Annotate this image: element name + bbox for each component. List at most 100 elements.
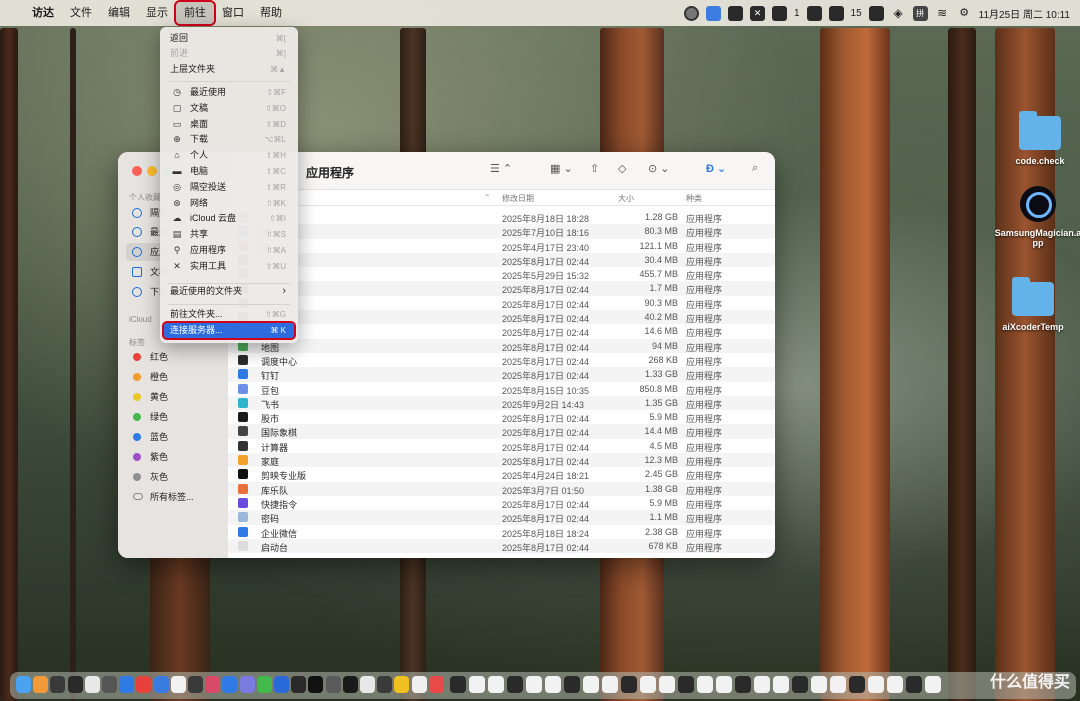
menu-item-place[interactable]: ▭ 桌面 ⇧⌘D <box>164 117 294 132</box>
tag-icon[interactable]: ◇ <box>618 162 626 175</box>
dock-app-icon[interactable] <box>67 676 83 693</box>
dock-window-thumbnail[interactable] <box>887 676 903 693</box>
minimize-button[interactable] <box>147 166 157 176</box>
search-icon[interactable]: ⌕ <box>752 162 758 175</box>
menu-item-place[interactable]: ⌂ 个人 ⇧⌘H <box>164 148 294 163</box>
dock-app-icon[interactable] <box>360 676 375 693</box>
close-button[interactable] <box>132 166 142 176</box>
wifi-icon[interactable]: ≋ <box>935 6 950 21</box>
dock-app-icon[interactable] <box>33 676 49 693</box>
table-row[interactable]: 企业微信 2025年8月18日 18:24 2.38 GB 应用程序 <box>228 525 775 539</box>
dock-window-thumbnail[interactable] <box>507 676 523 693</box>
dock-app-icon[interactable] <box>342 676 358 693</box>
menu-item-connect-to-server[interactable]: 连接服务器... ⌘ K <box>162 321 296 340</box>
table-row[interactable]: 2025年8月17日 02:44 30.4 MB 应用程序 <box>228 252 775 268</box>
group-icon[interactable]: ▦ ⌄ <box>550 162 573 175</box>
table-row[interactable]: 计算器 2025年8月17日 02:44 4.5 MB 应用程序 <box>228 439 775 453</box>
menu-help[interactable]: 帮助 <box>252 2 290 24</box>
table-row[interactable]: 快捷指令 2025年8月17日 02:44 5.9 MB 应用程序 <box>228 496 775 510</box>
table-row[interactable]: 2025年8月18日 18:28 1.28 GB 应用程序 <box>228 210 775 224</box>
menu-item-forward[interactable]: 前进 ⌘] <box>164 46 294 61</box>
dock-app-icon[interactable] <box>274 676 289 693</box>
dock-app-icon[interactable] <box>239 676 255 693</box>
table-row[interactable]: 2025年8月17日 02:44 14.6 MB 应用程序 <box>228 324 775 338</box>
dock-window-thumbnail[interactable] <box>697 676 713 693</box>
dock-app-icon[interactable] <box>84 676 100 693</box>
app-status-icon[interactable] <box>727 5 743 21</box>
menu-item-back[interactable]: 返回 ⌘[ <box>164 31 294 46</box>
dock-app-icon[interactable] <box>119 676 135 693</box>
dock-window-thumbnail[interactable] <box>678 676 694 693</box>
apple-menu-icon[interactable] <box>0 2 24 24</box>
menu-item-place[interactable]: ◎ 隔空投送 ⇧⌘R <box>164 180 294 195</box>
menu-finder[interactable]: 访达 <box>24 2 62 24</box>
dock-window-thumbnail[interactable] <box>811 676 827 693</box>
share-icon[interactable]: ⇧ <box>590 162 599 175</box>
dock-window-thumbnail[interactable] <box>735 676 751 693</box>
table-row[interactable]: 库乐队 2025年3月7日 01:50 1.38 GB 应用程序 <box>228 481 775 496</box>
sidebar-tag-purple[interactable]: 紫色 <box>126 448 224 466</box>
screen-icon[interactable] <box>828 5 844 21</box>
table-row[interactable]: 2025年8月17日 02:44 1.7 MB 应用程序 <box>228 281 775 296</box>
menu-go[interactable]: 前往 <box>174 0 216 26</box>
table-row[interactable]: 2025年8月17日 02:44 40.2 MB 应用程序 <box>228 310 775 325</box>
table-row[interactable]: 英2025年7月10日 18:1680.3 MB应用程序 <box>228 224 775 239</box>
dock-window-thumbnail[interactable] <box>906 676 922 693</box>
menu-edit[interactable]: 编辑 <box>100 2 138 24</box>
menu-item-place[interactable]: ✕ 实用工具 ⇧⌘U <box>164 259 294 274</box>
table-row[interactable]: 豆包 2025年8月15日 10:35 850.8 MB 应用程序 <box>228 382 775 396</box>
dock-app-icon[interactable] <box>205 676 221 693</box>
sidebar-all-tags[interactable]: 所有标签... <box>126 488 224 506</box>
control-center-icon[interactable]: ⚙ <box>957 6 972 21</box>
dock-app-icon[interactable] <box>377 676 393 693</box>
dock-app-icon[interactable] <box>256 676 272 693</box>
dock-window-thumbnail[interactable] <box>659 676 675 693</box>
record-icon[interactable] <box>683 5 699 21</box>
dock-window-thumbnail[interactable] <box>450 676 466 693</box>
dock-window-thumbnail[interactable] <box>526 676 542 693</box>
dock-app-icon[interactable] <box>16 676 31 693</box>
dock-window-thumbnail[interactable] <box>545 676 561 693</box>
input-method-icon[interactable]: 拼 <box>912 5 928 21</box>
menu-view[interactable]: 显示 <box>138 2 176 24</box>
datetime[interactable]: 11月25日 周二 10:11 <box>979 6 1070 21</box>
menu-item-place[interactable]: ◷ 最近使用 ⇧⌘F <box>164 85 294 100</box>
layers-icon[interactable]: ◈ <box>891 6 906 21</box>
desktop-folder-code-check[interactable]: code.check <box>995 111 1080 166</box>
column-size[interactable]: 大小 <box>618 193 634 204</box>
sidebar-tag-green[interactable]: 绿色 <box>126 408 224 426</box>
dock-window-thumbnail[interactable] <box>564 676 580 693</box>
table-row[interactable]: 启动台 2025年8月17日 02:44 678 KB 应用程序 <box>228 538 775 554</box>
grid-icon[interactable] <box>868 5 884 21</box>
dock-app-icon[interactable] <box>325 676 341 693</box>
menu-item-place[interactable]: ▢ 文稿 ⇧⌘O <box>164 101 294 116</box>
sidebar-tag-yellow[interactable]: 黄色 <box>126 388 224 406</box>
dock-window-thumbnail[interactable] <box>773 676 789 693</box>
menu-item-place[interactable]: ☁ iCloud 云盘 ⇧⌘I <box>164 211 294 226</box>
sidebar-tag-orange[interactable]: 橙色 <box>126 368 224 386</box>
table-row[interactable]: 密码 2025年8月17日 02:44 1.1 MB 应用程序 <box>228 510 775 525</box>
windows-status-icon[interactable] <box>771 5 787 21</box>
dock-window-thumbnail[interactable] <box>849 676 865 693</box>
table-row[interactable]: 国际象棋 2025年8月17日 02:44 14.4 MB 应用程序 <box>228 424 775 439</box>
table-row[interactable]: 钉钉 2025年8月17日 02:44 1.33 GB 应用程序 <box>228 367 775 382</box>
dock-app-icon[interactable] <box>411 676 427 693</box>
dock-app-icon[interactable] <box>50 676 66 693</box>
feather-icon[interactable] <box>806 5 822 21</box>
table-row[interactable]: 葵2025年4月17日 23:40121.1 MB应用程序 <box>228 239 775 253</box>
menu-item-place[interactable]: ⊕ 下载 ⌥⌘L <box>164 132 294 147</box>
sidebar-tag-blue[interactable]: 蓝色 <box>126 428 224 446</box>
menu-item-place[interactable]: ⊛ 网络 ⇧⌘K <box>164 196 294 211</box>
list-view-icon[interactable]: ☰ ⌃ <box>490 162 512 175</box>
dock-app-icon[interactable] <box>308 676 324 693</box>
desktop-app-samsung-magician[interactable]: SamsungMagician.app <box>993 186 1080 248</box>
dock-app-icon[interactable] <box>394 676 410 693</box>
table-row[interactable]: 调度中心 2025年8月17日 02:44 268 KB 应用程序 <box>228 353 775 367</box>
column-kind[interactable]: 种类 <box>686 193 702 204</box>
table-row[interactable]: 股市 2025年8月17日 02:44 5.9 MB 应用程序 <box>228 410 775 424</box>
dock-window-thumbnail[interactable] <box>716 676 732 693</box>
dock-window-thumbnail[interactable] <box>754 676 770 693</box>
clipboard-icon[interactable] <box>705 5 721 21</box>
dock-app-icon[interactable] <box>170 676 186 693</box>
dock-app-icon[interactable] <box>428 676 444 693</box>
